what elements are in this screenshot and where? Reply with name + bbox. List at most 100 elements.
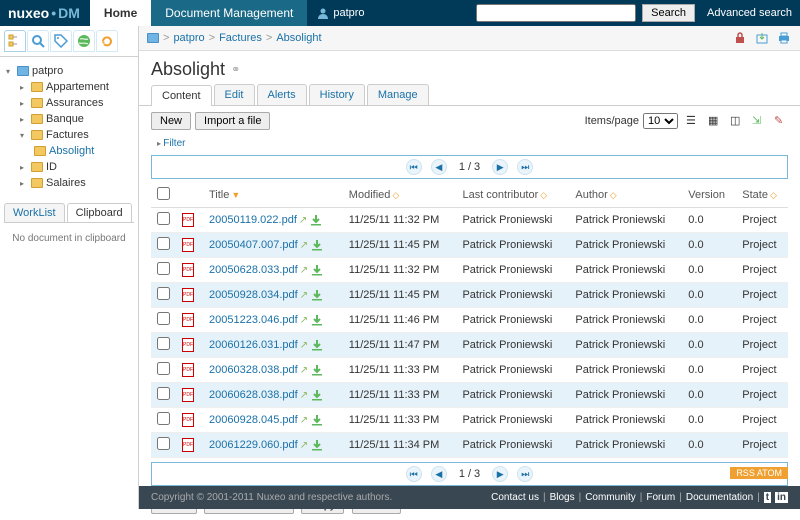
file-link[interactable]: 20050928.034.pdf <box>209 289 298 301</box>
tree-item[interactable]: Factures <box>20 127 134 143</box>
tab-manage[interactable]: Manage <box>367 84 429 105</box>
tree-item[interactable]: Assurances <box>20 95 134 111</box>
tag-icon[interactable] <box>50 30 72 52</box>
user-menu[interactable]: patpro <box>317 7 364 19</box>
row-select[interactable] <box>157 212 170 225</box>
file-link[interactable]: 20060628.038.pdf <box>209 389 298 401</box>
advanced-search-link[interactable]: Advanced search <box>707 7 792 19</box>
filter-link[interactable]: Filter <box>139 136 800 151</box>
items-per-page-select[interactable]: 102050 <box>643 113 678 129</box>
nav-home[interactable]: Home <box>90 0 151 26</box>
page-last[interactable]: ⏭ <box>517 159 533 175</box>
view-grid-icon[interactable]: ▦ <box>708 114 722 128</box>
footer-link[interactable]: Contact us <box>491 492 539 503</box>
crumb-link[interactable]: Factures <box>219 32 262 44</box>
file-link[interactable]: 20050119.022.pdf <box>209 214 297 226</box>
row-select[interactable] <box>157 262 170 275</box>
open-icon[interactable]: ↗ <box>300 390 308 401</box>
page-last[interactable]: ⏭ <box>517 466 533 482</box>
col-modified[interactable]: Modified◇ <box>343 183 457 208</box>
export-excel-icon[interactable]: ⇲ <box>752 114 766 128</box>
download-icon[interactable] <box>311 264 323 276</box>
download-icon[interactable] <box>310 214 322 226</box>
col-state[interactable]: State◇ <box>736 183 788 208</box>
file-link[interactable]: 20061229.060.pdf <box>209 439 298 451</box>
footer-link[interactable]: Documentation <box>686 492 753 503</box>
open-icon[interactable]: ↗ <box>300 415 308 426</box>
col-title[interactable]: Title▼ <box>203 183 343 208</box>
footer-link[interactable]: Forum <box>646 492 675 503</box>
crumb-link[interactable]: Absolight <box>276 32 321 44</box>
download-icon[interactable] <box>311 289 323 301</box>
download-icon[interactable] <box>311 414 323 426</box>
open-icon[interactable]: ↗ <box>300 365 308 376</box>
file-link[interactable]: 20060126.031.pdf <box>209 339 298 351</box>
open-icon[interactable]: ↗ <box>299 215 307 226</box>
open-icon[interactable]: ↗ <box>300 265 308 276</box>
refresh-icon[interactable] <box>96 30 118 52</box>
home-icon[interactable] <box>147 33 159 43</box>
row-select[interactable] <box>157 287 170 300</box>
print-icon[interactable] <box>776 30 792 46</box>
download-icon[interactable] <box>311 314 323 326</box>
row-select[interactable] <box>157 412 170 425</box>
search-button[interactable]: Search <box>642 4 695 22</box>
download-icon[interactable] <box>311 389 323 401</box>
open-icon[interactable]: ↗ <box>300 290 308 301</box>
edit-columns-icon[interactable]: ✎ <box>774 114 788 128</box>
page-next[interactable]: ▶ <box>492 466 508 482</box>
permalink-icon[interactable]: ⚭ <box>231 63 240 76</box>
tree-item[interactable]: Banque <box>20 111 134 127</box>
export-icon[interactable] <box>754 30 770 46</box>
file-link[interactable]: 20050628.033.pdf <box>209 264 298 276</box>
clipboard-tab[interactable]: Clipboard <box>67 203 132 222</box>
twitter-icon[interactable]: t <box>764 492 771 503</box>
page-next[interactable]: ▶ <box>492 159 508 175</box>
tree-item-selected[interactable]: Absolight <box>34 143 134 159</box>
view-thumb-icon[interactable]: ◫ <box>730 114 744 128</box>
page-prev[interactable]: ◀ <box>431 466 447 482</box>
search-input[interactable] <box>476 4 636 22</box>
tree-root[interactable]: patpro <box>6 63 134 79</box>
row-select[interactable] <box>157 362 170 375</box>
row-select[interactable] <box>157 387 170 400</box>
nav-docmgmt[interactable]: Document Management <box>151 0 307 26</box>
footer-link[interactable]: Community <box>585 492 636 503</box>
open-icon[interactable]: ↗ <box>300 340 308 351</box>
open-icon[interactable]: ↗ <box>300 315 308 326</box>
download-icon[interactable] <box>311 339 323 351</box>
file-link[interactable]: 20060928.045.pdf <box>209 414 298 426</box>
tab-alerts[interactable]: Alerts <box>257 84 307 105</box>
download-icon[interactable] <box>311 439 323 451</box>
linkedin-icon[interactable]: in <box>775 492 788 503</box>
crumb-link[interactable]: patpro <box>173 32 204 44</box>
file-link[interactable]: 20050407.007.pdf <box>209 239 298 251</box>
search-icon[interactable] <box>27 30 49 52</box>
page-prev[interactable]: ◀ <box>431 159 447 175</box>
row-select[interactable] <box>157 237 170 250</box>
col-author[interactable]: Author◇ <box>569 183 682 208</box>
footer-link[interactable]: Blogs <box>550 492 575 503</box>
row-select[interactable] <box>157 437 170 450</box>
globe-icon[interactable] <box>73 30 95 52</box>
row-select[interactable] <box>157 337 170 350</box>
tab-history[interactable]: History <box>309 84 365 105</box>
page-first[interactable]: ⏮ <box>406 466 422 482</box>
col-lastcontrib[interactable]: Last contributor◇ <box>456 183 569 208</box>
tab-content[interactable]: Content <box>151 85 212 106</box>
open-icon[interactable]: ↗ <box>300 440 308 451</box>
open-icon[interactable]: ↗ <box>300 240 308 251</box>
file-link[interactable]: 20060328.038.pdf <box>209 364 298 376</box>
file-link[interactable]: 20051223.046.pdf <box>209 314 298 326</box>
select-all[interactable] <box>157 187 170 200</box>
import-button[interactable]: Import a file <box>195 112 270 130</box>
tree-view-icon[interactable] <box>4 30 26 52</box>
tree-item[interactable]: Salaires <box>20 175 134 191</box>
view-list-icon[interactable]: ☰ <box>686 114 700 128</box>
download-icon[interactable] <box>311 364 323 376</box>
tree-item[interactable]: ID <box>20 159 134 175</box>
page-first[interactable]: ⏮ <box>406 159 422 175</box>
new-button[interactable]: New <box>151 112 191 130</box>
worklist-tab[interactable]: WorkList <box>4 203 65 222</box>
row-select[interactable] <box>157 312 170 325</box>
